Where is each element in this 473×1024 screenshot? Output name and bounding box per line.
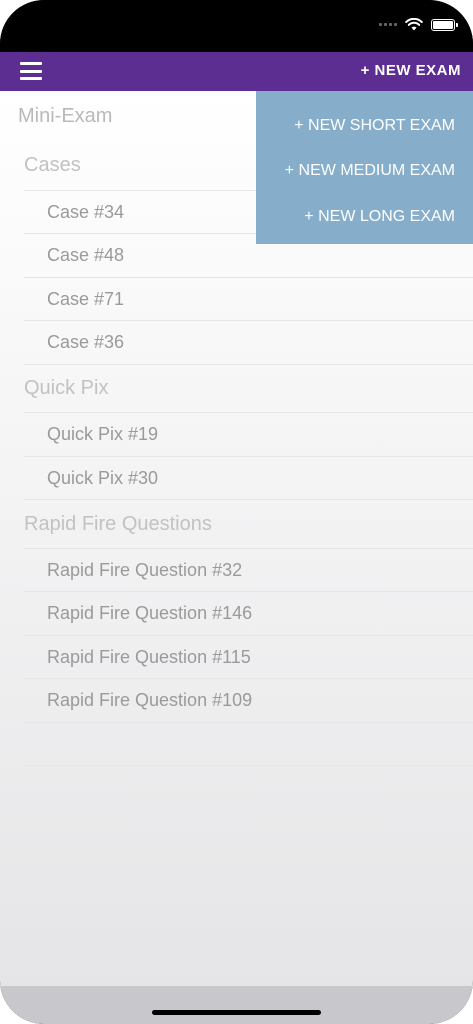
section-header-quick-pix: Quick Pix (24, 377, 109, 399)
hamburger-menu-icon[interactable] (20, 62, 42, 80)
list-item-quick-pix-19[interactable]: Quick Pix #19 (47, 424, 158, 445)
new-exam-dropdown-menu: + NEW SHORT EXAM + NEW MEDIUM EXAM + NEW… (256, 91, 473, 244)
new-medium-exam-option[interactable]: + NEW MEDIUM EXAM (285, 162, 455, 180)
divider (24, 635, 473, 636)
divider (24, 678, 473, 679)
phone-screen: + NEW EXAM Mini-Exam Cases Case #34 Case… (0, 0, 473, 1024)
divider (24, 548, 473, 549)
new-exam-button[interactable]: + NEW EXAM (361, 62, 461, 79)
cellular-signal-icon (379, 23, 397, 26)
divider (24, 722, 473, 723)
status-bar (0, 0, 473, 52)
divider (24, 765, 473, 766)
list-item-case-36[interactable]: Case #36 (47, 332, 124, 353)
status-icons (379, 18, 458, 31)
list-item-case-48[interactable]: Case #48 (47, 245, 124, 266)
list-item-case-34[interactable]: Case #34 (47, 202, 124, 223)
home-indicator[interactable] (152, 1010, 321, 1015)
divider (24, 456, 473, 457)
new-short-exam-option[interactable]: + NEW SHORT EXAM (294, 117, 455, 135)
new-long-exam-option[interactable]: + NEW LONG EXAM (304, 208, 455, 226)
divider (24, 320, 473, 321)
divider (24, 412, 473, 413)
battery-icon (431, 18, 458, 31)
list-item-rapid-fire-115[interactable]: Rapid Fire Question #115 (47, 647, 251, 668)
divider (24, 277, 473, 278)
divider (24, 499, 473, 500)
divider (24, 591, 473, 592)
home-indicator-area (0, 986, 473, 1024)
list-item-rapid-fire-146[interactable]: Rapid Fire Question #146 (47, 603, 252, 624)
section-header-cases: Cases (24, 154, 81, 176)
wifi-icon (405, 18, 423, 31)
section-header-rapid-fire: Rapid Fire Questions (24, 513, 212, 535)
list-item-rapid-fire-109[interactable]: Rapid Fire Question #109 (47, 690, 252, 711)
notch (104, 0, 368, 40)
exam-title: Mini-Exam (18, 105, 113, 127)
list-item-case-71[interactable]: Case #71 (47, 289, 124, 310)
list-item-rapid-fire-32[interactable]: Rapid Fire Question #32 (47, 560, 242, 581)
list-item-quick-pix-30[interactable]: Quick Pix #30 (47, 468, 158, 489)
divider (24, 364, 473, 365)
navigation-bar: + NEW EXAM (0, 52, 473, 91)
